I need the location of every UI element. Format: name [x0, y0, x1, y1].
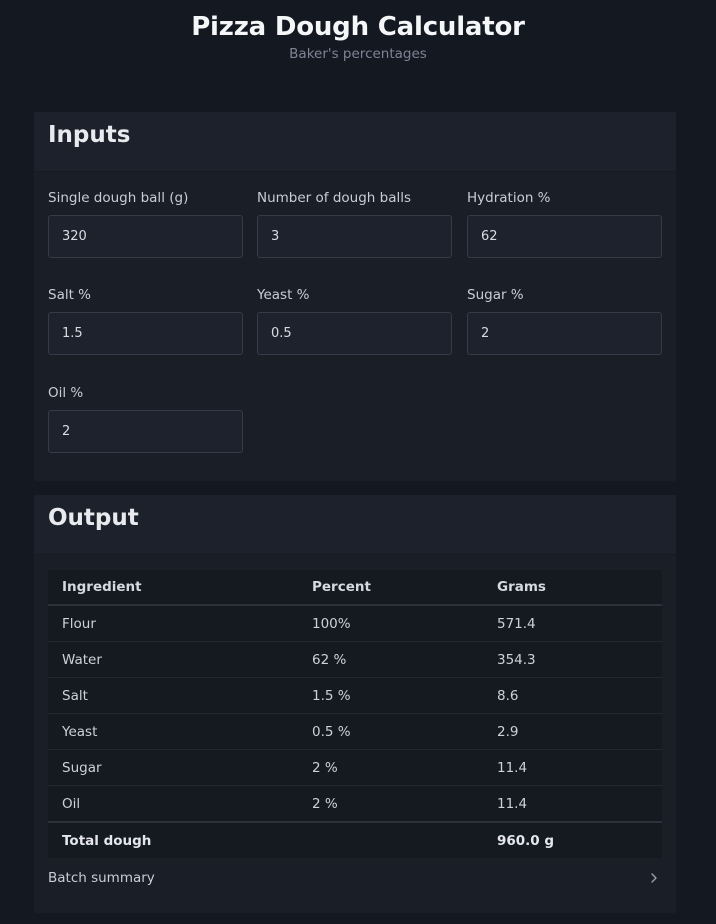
- sugar-label: Sugar %: [467, 287, 524, 303]
- yeast-input[interactable]: [257, 312, 452, 355]
- column-header-percent: Percent: [298, 570, 483, 606]
- inputs-card-header: Inputs: [34, 112, 676, 172]
- table-row: Oil 2 % 11.4: [48, 785, 662, 823]
- dough-ball-weight-field: Single dough ball (g): [48, 189, 243, 258]
- percent-cell: 100%: [298, 605, 483, 642]
- table-row: Water 62 % 354.3: [48, 641, 662, 678]
- table-row: Sugar 2 % 11.4: [48, 749, 662, 786]
- dough-ball-count-label: Number of dough balls: [257, 190, 412, 206]
- output-title: Output: [48, 505, 139, 531]
- inputs-card: Inputs Single dough ball (g) Number of d…: [34, 112, 676, 481]
- column-header-ingredient: Ingredient: [48, 570, 298, 606]
- sugar-input[interactable]: [467, 312, 662, 355]
- output-table-wrapper: Ingredient Percent Grams Flour 100% 571.…: [48, 570, 662, 858]
- total-percent-cell: [298, 822, 483, 858]
- oil-label: Oil %: [48, 385, 84, 401]
- grams-cell: 11.4: [483, 749, 662, 786]
- grams-cell: 2.9: [483, 713, 662, 750]
- grams-cell: 11.4: [483, 785, 662, 823]
- percent-cell: 2 %: [298, 749, 483, 786]
- sugar-field: Sugar %: [467, 286, 662, 355]
- table-header-row: Ingredient Percent Grams: [48, 570, 662, 606]
- dough-ball-count-field: Number of dough balls: [257, 189, 452, 258]
- salt-input[interactable]: [48, 312, 243, 355]
- oil-field: Oil %: [48, 384, 243, 453]
- salt-field: Salt %: [48, 286, 243, 355]
- grams-cell: 354.3: [483, 641, 662, 678]
- page-header: Pizza Dough Calculator Baker's percentag…: [0, 0, 716, 63]
- table-row: Flour 100% 571.4: [48, 605, 662, 642]
- ingredient-cell: Water: [48, 641, 298, 678]
- ingredient-cell: Salt: [48, 677, 298, 714]
- oil-input[interactable]: [48, 410, 243, 453]
- ingredient-cell: Yeast: [48, 713, 298, 750]
- yeast-label: Yeast %: [257, 287, 310, 303]
- dough-ball-weight-label: Single dough ball (g): [48, 190, 189, 206]
- total-label: Total dough: [62, 832, 152, 849]
- output-card-header: Output: [34, 495, 676, 555]
- ingredient-cell: Flour: [48, 605, 298, 642]
- output-card: Output Ingredient Percent Grams Flour 10…: [34, 495, 676, 913]
- hydration-input[interactable]: [467, 215, 662, 258]
- total-row: Total dough 960.0 g: [48, 822, 662, 858]
- ingredients-table: Ingredient Percent Grams Flour 100% 571.…: [48, 570, 662, 858]
- page: Pizza Dough Calculator Baker's percentag…: [0, 0, 716, 924]
- grams-cell: 571.4: [483, 605, 662, 642]
- batch-summary-toggle[interactable]: Batch summary: [48, 861, 662, 895]
- hydration-field: Hydration %: [467, 189, 662, 258]
- percent-cell: 0.5 %: [298, 713, 483, 750]
- table-row: Yeast 0.5 % 2.9: [48, 713, 662, 750]
- yeast-field: Yeast %: [257, 286, 452, 355]
- percent-cell: 1.5 %: [298, 677, 483, 714]
- salt-label: Salt %: [48, 287, 92, 303]
- inputs-title: Inputs: [48, 122, 131, 148]
- table-row: Salt 1.5 % 8.6: [48, 677, 662, 714]
- column-header-grams: Grams: [483, 570, 662, 606]
- chevron-right-icon-svg: [651, 872, 657, 883]
- dough-ball-weight-input[interactable]: [48, 215, 243, 258]
- ingredient-cell: Oil: [48, 785, 298, 823]
- batch-summary-label: Batch summary: [48, 870, 155, 886]
- percent-cell: 2 %: [298, 785, 483, 823]
- percent-cell: 62 %: [298, 641, 483, 678]
- total-value: 960.0 g: [497, 832, 555, 849]
- hydration-label: Hydration %: [467, 190, 551, 206]
- ingredient-cell: Sugar: [48, 749, 298, 786]
- page-title: Pizza Dough Calculator: [191, 12, 525, 42]
- page-subtitle: Baker's percentages: [289, 46, 427, 62]
- dough-ball-count-input[interactable]: [257, 215, 452, 258]
- grams-cell: 8.6: [483, 677, 662, 714]
- chevron-right-icon: [650, 869, 662, 888]
